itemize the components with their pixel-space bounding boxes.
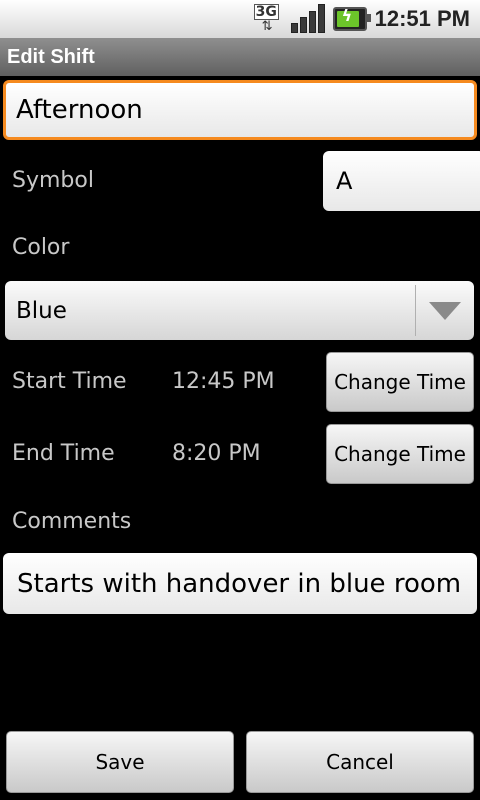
symbol-input[interactable]: A — [323, 151, 480, 211]
comments-input[interactable]: Starts with handover in blue room — [3, 553, 477, 614]
symbol-value: A — [336, 167, 353, 195]
network-type-label: 3G — [253, 4, 279, 20]
end-time-label: End Time — [12, 441, 115, 466]
chevron-down-icon — [416, 301, 474, 320]
save-button[interactable]: Save — [6, 731, 234, 793]
color-dropdown[interactable]: Blue — [5, 281, 474, 340]
start-change-time-button[interactable]: Change Time — [326, 352, 474, 412]
signal-strength-icon — [290, 4, 325, 33]
3g-data-icon: 3G ⇅ — [253, 4, 283, 34]
data-activity-arrows: ⇅ — [261, 19, 273, 34]
start-time-label: Start Time — [12, 369, 127, 394]
end-change-time-button[interactable]: Change Time — [326, 424, 474, 484]
shift-name-input[interactable]: Afternoon — [3, 80, 477, 140]
start-time-value: 12:45 PM — [172, 369, 275, 394]
cancel-button[interactable]: Cancel — [246, 731, 474, 793]
title-bar: Edit Shift — [0, 38, 480, 76]
color-selected-value: Blue — [16, 297, 67, 324]
shift-name-value: Afternoon — [16, 95, 143, 125]
color-label: Color — [12, 235, 70, 260]
end-time-value: 8:20 PM — [172, 441, 261, 466]
status-bar: 3G ⇅ ϟ 12:51 PM — [0, 0, 480, 38]
comments-label: Comments — [12, 509, 132, 534]
symbol-label: Symbol — [12, 168, 94, 193]
battery-charging-icon: ϟ — [332, 6, 371, 31]
page-title: Edit Shift — [7, 45, 95, 68]
comments-value: Starts with handover in blue room — [17, 568, 462, 599]
status-clock: 12:51 PM — [374, 6, 470, 31]
